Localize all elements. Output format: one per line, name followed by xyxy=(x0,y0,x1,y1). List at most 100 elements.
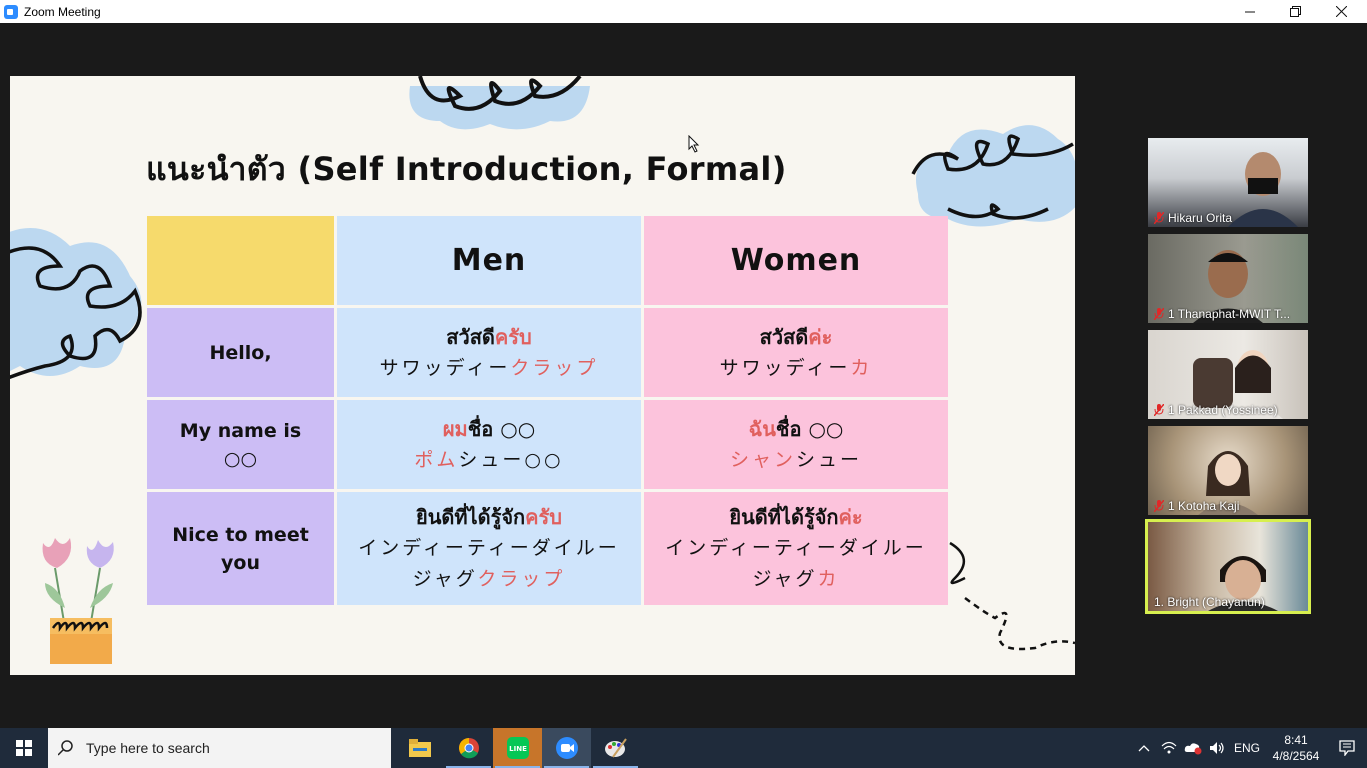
participant-tile[interactable]: 1 Pakkad (Yossinee) xyxy=(1148,330,1308,419)
katakana-pronoun: ポム xyxy=(414,448,459,471)
cloud-icon xyxy=(1184,743,1202,755)
katakana-main: ジャグ xyxy=(412,568,478,590)
zoom-app-icon xyxy=(4,4,18,19)
zoom-icon xyxy=(555,737,578,759)
restore-icon xyxy=(1289,6,1301,17)
line-icon: LINE xyxy=(506,737,529,759)
cell-hello-men: สวัสดีครับ サワッディークラップ xyxy=(337,308,641,397)
mic-muted-icon xyxy=(1154,404,1164,416)
katakana-pronoun: シャン xyxy=(729,448,796,471)
katakana-text: ポムシュー○○ xyxy=(414,445,563,476)
participant-name-text: 1. Bright (Chayanun) xyxy=(1154,595,1265,609)
katakana-line-1: インディーティーダイルー xyxy=(358,537,620,559)
notification-center-button[interactable] xyxy=(1327,740,1367,756)
mic-muted-icon xyxy=(1154,212,1164,224)
windows-taskbar: Type here to search LINE ENG 8:41 4/8/25… xyxy=(0,728,1367,768)
katakana-text: サワッディーカ xyxy=(720,353,873,384)
row-label-nice-to-meet-you: Nice to meet you xyxy=(147,492,334,605)
katakana-main: サワッディー xyxy=(719,356,851,379)
input-language[interactable]: ENG xyxy=(1229,741,1265,755)
windows-logo-icon xyxy=(16,740,32,756)
svg-text:LINE: LINE xyxy=(509,745,527,753)
katakana-main: シュー○○ xyxy=(458,448,564,471)
thai-main: ชื่อ ○○ xyxy=(775,416,844,441)
taskbar-chrome[interactable] xyxy=(444,728,493,768)
network-status[interactable] xyxy=(1157,741,1181,755)
taskbar-file-explorer[interactable] xyxy=(395,728,444,768)
thai-text: ผมชื่อ ○○ xyxy=(443,414,535,445)
participant-name: 1 Pakkad (Yossinee) xyxy=(1154,403,1278,417)
clock-date: 4/8/2564 xyxy=(1272,749,1320,763)
search-placeholder: Type here to search xyxy=(86,740,210,756)
clock-time: 8:41 xyxy=(1284,733,1308,747)
restore-button[interactable] xyxy=(1272,0,1318,23)
taskbar-line[interactable]: LINE xyxy=(493,728,542,768)
cell-my-name-women: ฉันชื่อ ○○ シャンシュー xyxy=(644,400,948,489)
close-button[interactable] xyxy=(1318,0,1364,23)
dotted-path-decoration xyxy=(949,541,1075,651)
thai-main: สวัสดี xyxy=(446,324,495,349)
participant-name: Hikaru Orita xyxy=(1154,211,1232,225)
taskbar-search-box[interactable]: Type here to search xyxy=(48,728,391,768)
participant-tile[interactable]: 1 Kotoha Kaji xyxy=(1148,426,1308,515)
thai-pronoun: ผม xyxy=(442,416,468,441)
search-icon xyxy=(58,740,73,756)
paint-icon xyxy=(604,738,627,758)
cell-nice-men: ยินดีที่ได้รู้จักครับ インディーティーダイルー ジャグクラ… xyxy=(337,492,641,605)
wifi-icon xyxy=(1161,741,1177,754)
minimize-button[interactable] xyxy=(1227,0,1273,23)
thai-text: ฉันชื่อ ○○ xyxy=(749,414,844,445)
thai-particle: ค่ะ xyxy=(808,324,833,349)
flower-pot-decoration xyxy=(42,538,114,664)
taskbar-zoom[interactable] xyxy=(542,728,591,768)
participant-name-text: 1 Kotoha Kaji xyxy=(1168,499,1240,513)
katakana-particle: カ xyxy=(850,356,873,379)
label-line: you xyxy=(221,551,260,574)
column-header-women: Women xyxy=(644,216,948,305)
cell-my-name-men: ผมชื่อ ○○ ポムシュー○○ xyxy=(337,400,641,489)
thai-main: สวัสดี xyxy=(759,324,809,349)
participant-name-text: 1 Pakkad (Yossinee) xyxy=(1168,403,1278,417)
katakana-main: サワッディー xyxy=(379,356,511,379)
show-hidden-icons-button[interactable] xyxy=(1131,744,1157,752)
cell-nice-women: ยินดีที่ได้รู้จักค่ะ インディーティーダイルー ジャグカ xyxy=(644,492,948,605)
participant-tile[interactable]: 1 Thanaphat-MWIT T... xyxy=(1148,234,1308,323)
katakana-main: シュー xyxy=(796,448,863,471)
thai-main: ยินดีที่ได้รู้จัก xyxy=(729,505,839,529)
label-line: Nice to meet xyxy=(172,523,309,546)
thai-particle: ครับ xyxy=(525,505,562,529)
onedrive-status[interactable] xyxy=(1181,741,1205,755)
katakana-main: ジャグ xyxy=(752,568,818,590)
taskbar-clock[interactable]: 8:41 4/8/2564 xyxy=(1265,732,1327,764)
start-button[interactable] xyxy=(0,728,48,768)
thai-text: ยินดีที่ได้รู้จักค่ะ xyxy=(729,502,862,533)
mouse-cursor-icon xyxy=(688,135,700,153)
window-title: Zoom Meeting xyxy=(24,4,101,19)
thai-text: สวัสดีค่ะ xyxy=(760,322,833,353)
cell-hello-women: สวัสดีค่ะ サワッディーカ xyxy=(644,308,948,397)
taskbar-paint[interactable] xyxy=(591,728,640,768)
katakana-particle: クラップ xyxy=(510,356,599,379)
participant-name-text: Hikaru Orita xyxy=(1168,211,1233,225)
thai-pronoun: ฉัน xyxy=(748,416,776,441)
katakana-particle: クラップ xyxy=(477,568,566,590)
mic-muted-icon xyxy=(1154,308,1164,320)
system-tray: ENG 8:41 4/8/2564 xyxy=(1131,728,1367,768)
katakana-line-1: インディーティーダイルー xyxy=(665,537,927,559)
volume-control[interactable] xyxy=(1205,741,1229,755)
label-line: ○○ xyxy=(223,447,258,470)
katakana-particle: カ xyxy=(817,568,840,590)
thai-particle: ครับ xyxy=(494,324,532,349)
row-label-my-name: My name is ○○ xyxy=(147,400,334,489)
file-explorer-icon xyxy=(408,739,431,757)
label-line: My name is xyxy=(179,419,302,442)
participant-name: 1 Kotoha Kaji xyxy=(1154,499,1239,513)
notification-icon xyxy=(1339,740,1355,756)
cloud-decoration-top xyxy=(409,76,590,130)
participant-tile-active-speaker[interactable]: 1. Bright (Chayanun) xyxy=(1145,519,1311,614)
thai-particle: ค่ะ xyxy=(838,505,863,529)
participant-tile[interactable]: Hikaru Orita xyxy=(1148,138,1308,227)
chevron-up-icon xyxy=(1138,745,1150,752)
shared-slide[interactable]: แนะนำตัว (Self Introduction, Formal) Men… xyxy=(10,76,1075,675)
katakana-line-2: ジャグカ xyxy=(752,564,839,595)
